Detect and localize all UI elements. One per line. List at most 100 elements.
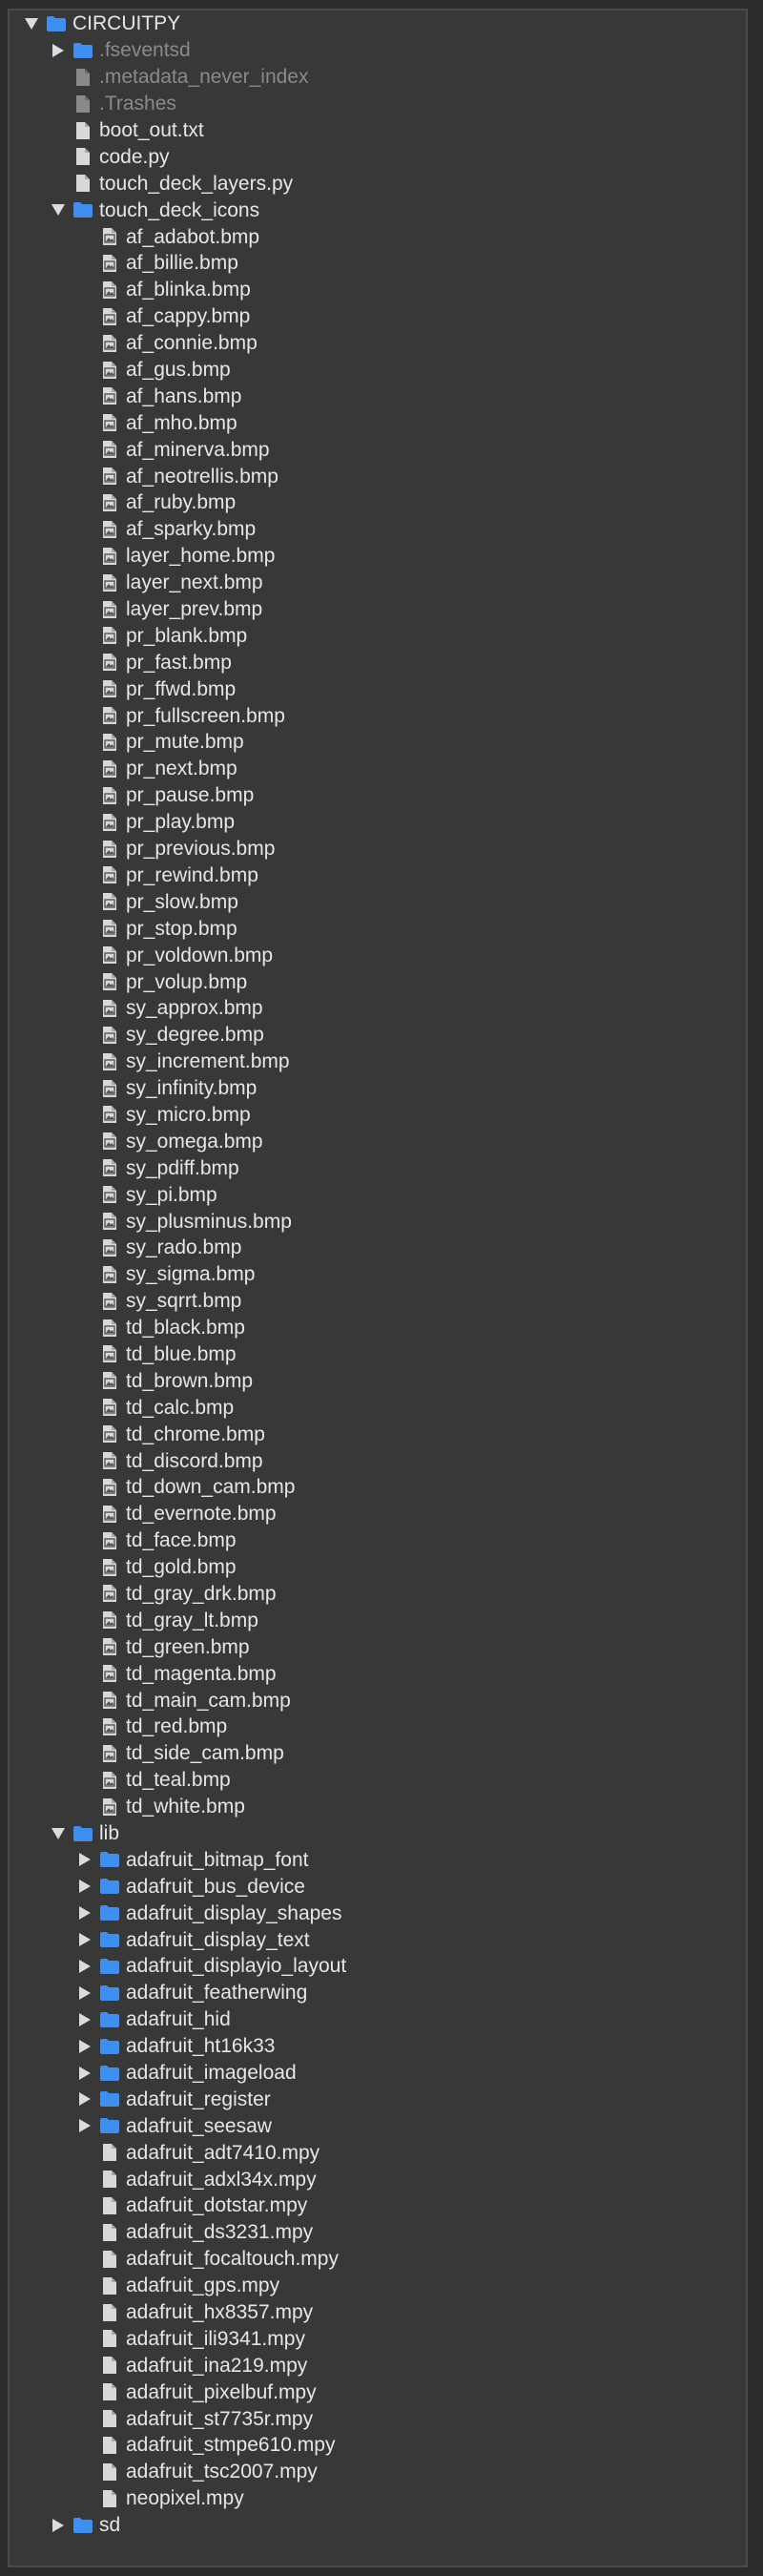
tree-file-row[interactable]: adafruit_ina219.mpy bbox=[10, 2352, 746, 2379]
tree-file-row[interactable]: pr_previous.bmp bbox=[10, 836, 746, 862]
tree-file-row[interactable]: af_cappy.bmp bbox=[10, 303, 746, 330]
disclosure-expanded-icon[interactable] bbox=[50, 1827, 67, 1839]
tree-file-row[interactable]: td_main_cam.bmp bbox=[10, 1687, 746, 1714]
tree-file-row[interactable]: td_calc.bmp bbox=[10, 1394, 746, 1421]
tree-folder-row[interactable]: lib bbox=[10, 1820, 746, 1847]
tree-file-row[interactable]: td_chrome.bmp bbox=[10, 1421, 746, 1447]
tree-file-row[interactable]: af_sparky.bmp bbox=[10, 516, 746, 543]
tree-file-row[interactable]: sy_approx.bmp bbox=[10, 995, 746, 1022]
disclosure-collapsed-icon[interactable] bbox=[50, 2518, 67, 2532]
tree-file-row[interactable]: pr_volup.bmp bbox=[10, 968, 746, 995]
disclosure-collapsed-icon[interactable] bbox=[76, 1959, 93, 1973]
tree-file-row[interactable]: sy_sqrrt.bmp bbox=[10, 1288, 746, 1315]
tree-file-row[interactable]: sy_infinity.bmp bbox=[10, 1075, 746, 1102]
tree-file-row[interactable]: pr_play.bmp bbox=[10, 809, 746, 836]
tree-file-row[interactable]: td_brown.bmp bbox=[10, 1367, 746, 1394]
disclosure-expanded-icon[interactable] bbox=[50, 204, 67, 217]
disclosure-collapsed-icon[interactable] bbox=[76, 1880, 93, 1894]
tree-folder-row[interactable]: adafruit_register bbox=[10, 2086, 746, 2112]
tree-folder-row[interactable]: adafruit_seesaw bbox=[10, 2112, 746, 2139]
tree-file-row[interactable]: adafruit_focaltouch.mpy bbox=[10, 2246, 746, 2273]
tree-file-row[interactable]: td_red.bmp bbox=[10, 1714, 746, 1740]
tree-file-row[interactable]: code.py bbox=[10, 143, 746, 170]
tree-file-row[interactable]: adafruit_hx8357.mpy bbox=[10, 2299, 746, 2326]
tree-file-row[interactable]: af_neotrellis.bmp bbox=[10, 463, 746, 489]
tree-folder-row[interactable]: adafruit_display_shapes bbox=[10, 1900, 746, 1926]
tree-file-row[interactable]: td_gray_drk.bmp bbox=[10, 1581, 746, 1608]
tree-file-row[interactable]: .metadata_never_index bbox=[10, 64, 746, 91]
tree-file-row[interactable]: sy_micro.bmp bbox=[10, 1102, 746, 1129]
tree-file-row[interactable]: pr_fullscreen.bmp bbox=[10, 702, 746, 729]
tree-file-row[interactable]: sy_degree.bmp bbox=[10, 1022, 746, 1049]
tree-file-row[interactable]: pr_ffwd.bmp bbox=[10, 675, 746, 702]
tree-folder-row[interactable]: adafruit_bus_device bbox=[10, 1873, 746, 1900]
disclosure-collapsed-icon[interactable] bbox=[76, 2039, 93, 2053]
tree-file-row[interactable]: td_gold.bmp bbox=[10, 1554, 746, 1581]
tree-file-row[interactable]: sy_omega.bmp bbox=[10, 1128, 746, 1154]
disclosure-collapsed-icon[interactable] bbox=[76, 2092, 93, 2107]
tree-file-row[interactable]: pr_blank.bmp bbox=[10, 622, 746, 649]
tree-file-row[interactable]: af_blinka.bmp bbox=[10, 277, 746, 303]
disclosure-expanded-icon[interactable] bbox=[23, 17, 40, 30]
tree-file-row[interactable]: td_face.bmp bbox=[10, 1527, 746, 1554]
tree-file-row[interactable]: pr_rewind.bmp bbox=[10, 862, 746, 889]
tree-file-row[interactable]: td_discord.bmp bbox=[10, 1447, 746, 1474]
tree-file-row[interactable]: td_white.bmp bbox=[10, 1794, 746, 1820]
tree-file-row[interactable]: adafruit_st7735r.mpy bbox=[10, 2405, 746, 2432]
tree-file-row[interactable]: pr_slow.bmp bbox=[10, 888, 746, 915]
tree-file-row[interactable]: af_minerva.bmp bbox=[10, 436, 746, 463]
tree-file-row[interactable]: af_gus.bmp bbox=[10, 357, 746, 384]
tree-file-row[interactable]: td_down_cam.bmp bbox=[10, 1474, 746, 1501]
disclosure-collapsed-icon[interactable] bbox=[76, 1906, 93, 1921]
tree-file-row[interactable]: af_billie.bmp bbox=[10, 250, 746, 277]
disclosure-collapsed-icon[interactable] bbox=[76, 2066, 93, 2080]
tree-file-row[interactable]: sy_pdiff.bmp bbox=[10, 1154, 746, 1181]
tree-file-row[interactable]: adafruit_stmpe610.mpy bbox=[10, 2432, 746, 2459]
tree-file-row[interactable]: pr_pause.bmp bbox=[10, 782, 746, 809]
tree-file-row[interactable]: adafruit_adxl34x.mpy bbox=[10, 2166, 746, 2192]
tree-file-row[interactable]: pr_mute.bmp bbox=[10, 729, 746, 756]
tree-file-row[interactable]: af_ruby.bmp bbox=[10, 489, 746, 516]
tree-file-row[interactable]: layer_home.bmp bbox=[10, 543, 746, 570]
disclosure-collapsed-icon[interactable] bbox=[50, 43, 67, 57]
tree-file-row[interactable]: sy_sigma.bmp bbox=[10, 1261, 746, 1288]
tree-file-row[interactable]: sy_pi.bmp bbox=[10, 1181, 746, 1208]
tree-file-row[interactable]: af_adabot.bmp bbox=[10, 223, 746, 250]
tree-folder-row[interactable]: adafruit_display_text bbox=[10, 1926, 746, 1953]
tree-file-row[interactable]: sy_rado.bmp bbox=[10, 1235, 746, 1261]
tree-file-row[interactable]: adafruit_ili9341.mpy bbox=[10, 2325, 746, 2352]
tree-file-row[interactable]: td_green.bmp bbox=[10, 1633, 746, 1660]
tree-file-row[interactable]: af_mho.bmp bbox=[10, 409, 746, 436]
tree-file-row[interactable]: td_magenta.bmp bbox=[10, 1660, 746, 1687]
tree-file-row[interactable]: td_side_cam.bmp bbox=[10, 1740, 746, 1767]
tree-folder-row[interactable]: adafruit_featherwing bbox=[10, 1980, 746, 2006]
tree-folder-row[interactable]: sd bbox=[10, 2512, 746, 2539]
tree-file-row[interactable]: adafruit_tsc2007.mpy bbox=[10, 2459, 746, 2485]
tree-file-row[interactable]: layer_next.bmp bbox=[10, 570, 746, 596]
disclosure-collapsed-icon[interactable] bbox=[76, 2012, 93, 2026]
tree-file-row[interactable]: adafruit_pixelbuf.mpy bbox=[10, 2379, 746, 2405]
tree-folder-row[interactable]: touch_deck_icons bbox=[10, 197, 746, 223]
tree-folder-row[interactable]: CIRCUITPY bbox=[10, 10, 746, 37]
disclosure-collapsed-icon[interactable] bbox=[76, 2119, 93, 2133]
tree-file-row[interactable]: boot_out.txt bbox=[10, 117, 746, 144]
tree-file-row[interactable]: adafruit_dotstar.mpy bbox=[10, 2192, 746, 2219]
tree-file-row[interactable]: neopixel.mpy bbox=[10, 2485, 746, 2512]
tree-file-row[interactable]: td_gray_lt.bmp bbox=[10, 1607, 746, 1633]
tree-folder-row[interactable]: adafruit_displayio_layout bbox=[10, 1953, 746, 1980]
tree-file-row[interactable]: pr_next.bmp bbox=[10, 756, 746, 782]
disclosure-collapsed-icon[interactable] bbox=[76, 1933, 93, 1947]
tree-file-row[interactable]: adafruit_ds3231.mpy bbox=[10, 2219, 746, 2246]
tree-file-row[interactable]: td_teal.bmp bbox=[10, 1767, 746, 1794]
tree-file-row[interactable]: af_connie.bmp bbox=[10, 330, 746, 357]
disclosure-collapsed-icon[interactable] bbox=[76, 1985, 93, 2000]
tree-file-row[interactable]: td_black.bmp bbox=[10, 1315, 746, 1341]
tree-file-row[interactable]: layer_prev.bmp bbox=[10, 596, 746, 623]
tree-file-row[interactable]: adafruit_adt7410.mpy bbox=[10, 2139, 746, 2166]
tree-file-row[interactable]: touch_deck_layers.py bbox=[10, 170, 746, 197]
tree-file-row[interactable]: sy_plusminus.bmp bbox=[10, 1208, 746, 1235]
tree-folder-row[interactable]: adafruit_imageload bbox=[10, 2060, 746, 2087]
tree-folder-row[interactable]: adafruit_hid bbox=[10, 2006, 746, 2033]
tree-folder-row[interactable]: .fseventsd bbox=[10, 37, 746, 64]
tree-file-row[interactable]: td_evernote.bmp bbox=[10, 1501, 746, 1527]
